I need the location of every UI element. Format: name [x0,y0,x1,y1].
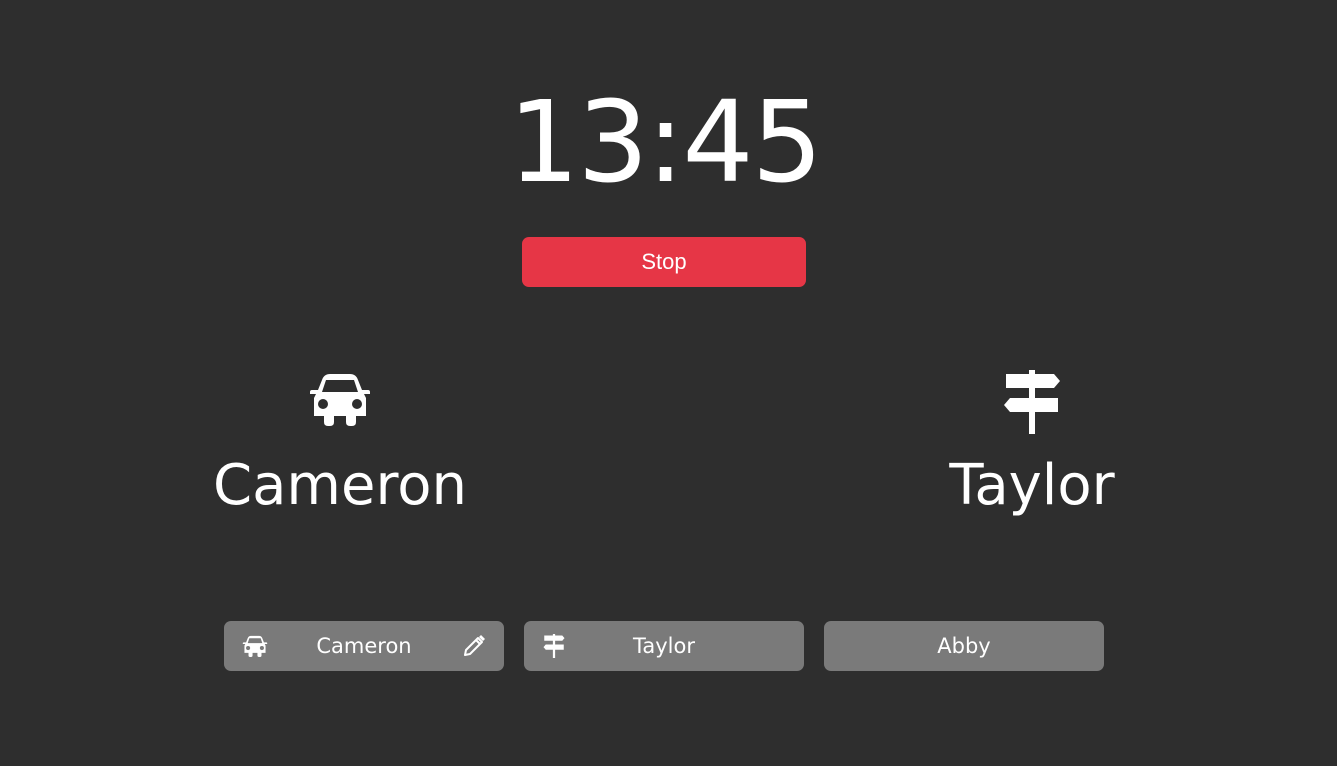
participant-name: Taylor [633,634,695,658]
stop-button[interactable]: Stop [522,237,806,287]
navigator-name: Taylor [949,453,1115,518]
car-icon [160,370,520,434]
signpost-icon [852,370,1212,434]
pencil-icon[interactable] [462,634,486,658]
participant-chip-abby[interactable]: Abby [824,621,1104,671]
participant-name: Abby [937,634,991,658]
navigator-panel: Taylor [852,370,1212,526]
participant-chip-cameron[interactable]: Cameron [224,621,504,671]
driver-panel: Cameron [160,370,520,526]
driver-name: Cameron [213,453,467,518]
timer-display: 13:45 [508,78,823,208]
participant-chip-taylor[interactable]: Taylor [524,621,804,671]
participant-list: Cameron Taylor Abby [224,621,1104,671]
